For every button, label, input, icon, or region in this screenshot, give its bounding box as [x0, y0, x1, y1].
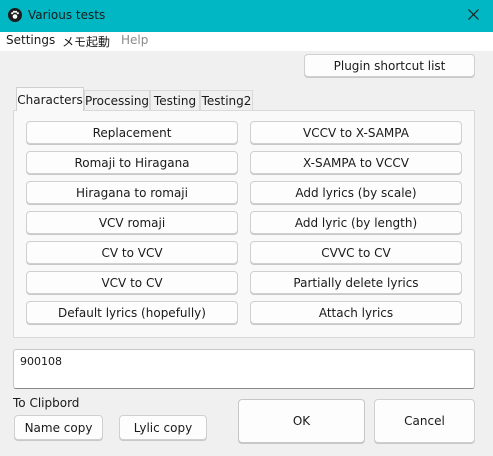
tab-characters[interactable]: Characters: [16, 87, 84, 111]
default-lyrics-button[interactable]: Default lyrics (hopefully): [26, 301, 238, 324]
add-lyrics-by-scale-button[interactable]: Add lyrics (by scale): [250, 181, 462, 204]
romaji-to-hiragana-button[interactable]: Romaji to Hiragana: [26, 151, 238, 174]
menu-settings[interactable]: Settings: [6, 33, 55, 47]
vcv-romaji-button[interactable]: VCV romaji: [26, 211, 238, 234]
cvvc-to-cv-button[interactable]: CVVC to CV: [250, 241, 462, 264]
hiragana-to-romaji-button[interactable]: Hiragana to romaji: [26, 181, 238, 204]
replacement-button[interactable]: Replacement: [26, 121, 238, 144]
to-clipboard-label: To Clipbord: [13, 396, 80, 410]
close-icon: [467, 9, 479, 23]
name-copy-button[interactable]: Name copy: [14, 415, 103, 440]
attach-lyrics-button[interactable]: Attach lyrics: [250, 301, 462, 324]
menu-memo[interactable]: メモ起動: [62, 33, 110, 50]
tab-testing2[interactable]: Testing2: [200, 90, 253, 110]
menu-help[interactable]: Help: [121, 33, 148, 47]
ok-button[interactable]: OK: [238, 399, 365, 443]
tab-panel-characters: Replacement Romaji to Hiragana Hiragana …: [13, 110, 475, 338]
plugin-shortcut-list-button[interactable]: Plugin shortcut list: [304, 54, 475, 77]
add-lyric-by-length-button[interactable]: Add lyric (by length): [250, 211, 462, 234]
cv-to-vcv-button[interactable]: CV to VCV: [26, 241, 238, 264]
tab-testing[interactable]: Testing: [150, 90, 200, 110]
window-title: Various tests: [28, 8, 106, 22]
title-bar: Various tests: [0, 0, 493, 32]
paw-icon: [8, 8, 22, 22]
lyric-copy-button[interactable]: Lylic copy: [119, 415, 207, 440]
tab-processing[interactable]: Processing: [84, 90, 150, 110]
vccv-to-xsampa-button[interactable]: VCCV to X-SAMPA: [250, 121, 462, 144]
xsampa-to-vccv-button[interactable]: X-SAMPA to VCCV: [250, 151, 462, 174]
vcv-to-cv-button[interactable]: VCV to CV: [26, 271, 238, 294]
menu-bar: Settings メモ起動 Help: [0, 32, 493, 51]
cancel-button[interactable]: Cancel: [374, 399, 475, 443]
close-button[interactable]: [453, 0, 493, 32]
partially-delete-lyrics-button[interactable]: Partially delete lyrics: [250, 271, 462, 294]
output-textbox[interactable]: 900108: [13, 349, 475, 389]
